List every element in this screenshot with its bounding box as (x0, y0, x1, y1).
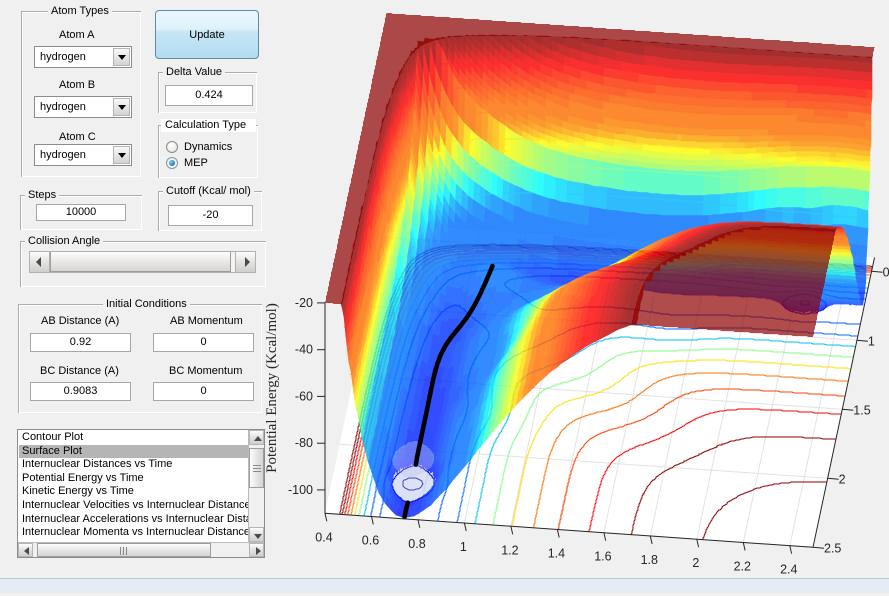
svg-text:0.4: 0.4 (315, 530, 332, 544)
svg-text:2: 2 (692, 556, 699, 570)
svg-text:-20: -20 (295, 296, 313, 310)
svg-text:1: 1 (868, 334, 875, 348)
svg-text:-60: -60 (295, 389, 313, 403)
svg-text:-40: -40 (295, 343, 313, 357)
svg-text:1.8: 1.8 (641, 553, 658, 567)
svg-text:2: 2 (839, 472, 846, 486)
svg-text:1.6: 1.6 (594, 550, 611, 564)
svg-text:Potential Energy (Kcal/mol): Potential Energy (Kcal/mol) (264, 303, 280, 473)
svg-text:-100: -100 (288, 483, 313, 497)
svg-text:0.6: 0.6 (362, 534, 379, 548)
svg-text:-80: -80 (295, 436, 313, 450)
svg-text:1: 1 (460, 540, 467, 554)
svg-text:2.4: 2.4 (780, 563, 797, 577)
svg-text:2.2: 2.2 (734, 560, 751, 574)
svg-text:1.2: 1.2 (501, 543, 518, 557)
svg-text:2.5: 2.5 (824, 541, 841, 555)
svg-text:0.8: 0.8 (408, 537, 425, 551)
svg-text:0.5: 0.5 (883, 265, 889, 279)
svg-text:1.4: 1.4 (548, 547, 565, 561)
svg-text:1.5: 1.5 (853, 403, 870, 417)
